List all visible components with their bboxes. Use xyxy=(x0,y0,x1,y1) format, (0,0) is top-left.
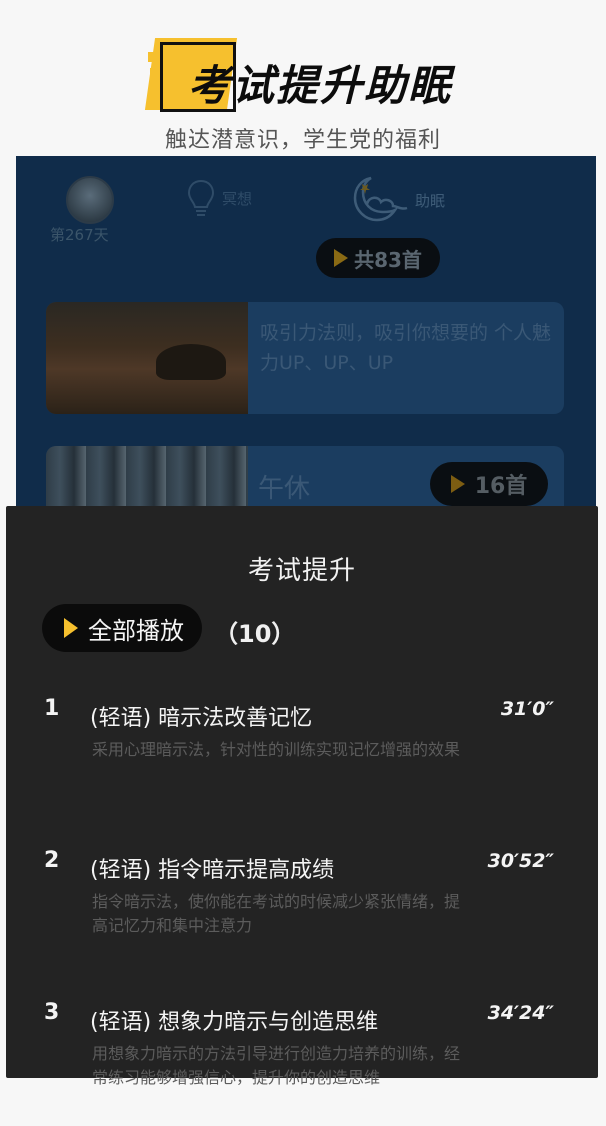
top-tabbar: 第267天 冥想 助眠 xyxy=(16,156,596,246)
track-number: 1 xyxy=(44,696,60,721)
play-icon xyxy=(64,618,78,638)
track-title: (轻语) 想象力暗示与创造思维 xyxy=(90,1010,379,1035)
card-play-count-button[interactable]: 16首 xyxy=(430,462,548,506)
lightbulb-icon xyxy=(186,178,216,218)
promo-headline: 考试提升助眠 xyxy=(188,61,453,110)
track-count: （10） xyxy=(214,620,296,648)
tab-sleep[interactable]: 助眠 xyxy=(349,174,445,226)
sheet-title: 考试提升 xyxy=(247,556,356,586)
card-thumbnail xyxy=(46,302,248,414)
track-title: (轻语) 暗示法改善记忆 xyxy=(90,706,313,731)
track-description: 用想象力暗示的方法引导进行创造力培养的训练，经常练习能够增强信心，提升你的创造思… xyxy=(92,1044,461,1087)
card-count-label: 16首 xyxy=(474,474,528,499)
track-duration: 31′0″ xyxy=(500,698,554,720)
play-all-label: 全部播放 xyxy=(88,616,184,645)
track-number: 3 xyxy=(44,1000,60,1025)
promo-banner: 考试提升助眠 触达潜意识，学生党的福利 xyxy=(0,0,606,160)
tab-sleep-label: 助眠 xyxy=(415,191,446,210)
avatar[interactable] xyxy=(66,176,114,224)
track-number: 2 xyxy=(44,848,60,873)
total-count-play-button[interactable]: 共83首 xyxy=(316,238,440,278)
card-title: 吸引力法则，吸引你想要的 个人魅力UP、UP、UP xyxy=(260,322,552,374)
track-description: 指令暗示法，使你能在考试的时候减少紧张情绪，提高记忆力和集中注意力 xyxy=(92,892,461,935)
total-count-label: 共83首 xyxy=(354,247,422,272)
track-title: (轻语) 指令暗示提高成绩 xyxy=(90,858,335,883)
track-row[interactable]: 3 (轻语) 想象力暗示与创造思维 34′24″ 用想象力暗示的方法引导进行创造… xyxy=(6,996,598,1126)
play-all-button[interactable]: 全部播放 xyxy=(42,604,202,652)
track-row[interactable]: 1 (轻语) 暗示法改善记忆 31′0″ 采用心理暗示法，针对性的训练实现记忆增… xyxy=(6,692,598,822)
promo-subhead: 触达潜意识，学生党的福利 xyxy=(164,128,441,153)
play-icon xyxy=(334,249,349,267)
category-card[interactable]: 吸引力法则，吸引你想要的 个人魅力UP、UP、UP xyxy=(46,302,564,414)
play-icon xyxy=(450,475,465,493)
moon-cloud-icon xyxy=(349,174,411,226)
tab-meditate[interactable]: 冥想 xyxy=(186,178,252,218)
playlist-sheet: 考试提升 全部播放 （10） 1 (轻语) 暗示法改善记忆 31′0″ 采用心理… xyxy=(6,506,598,1087)
tab-meditate-label: 冥想 xyxy=(222,189,253,208)
card-title: 午休 xyxy=(258,474,311,504)
streak-day-label: 第267天 xyxy=(50,226,109,244)
track-duration: 34′24″ xyxy=(487,1002,554,1024)
track-duration: 30′52″ xyxy=(487,850,554,872)
track-description: 采用心理暗示法，针对性的训练实现记忆增强的效果 xyxy=(92,740,461,759)
track-row[interactable]: 2 (轻语) 指令暗示提高成绩 30′52″ 指令暗示法，使你能在考试的时候减少… xyxy=(6,844,598,974)
